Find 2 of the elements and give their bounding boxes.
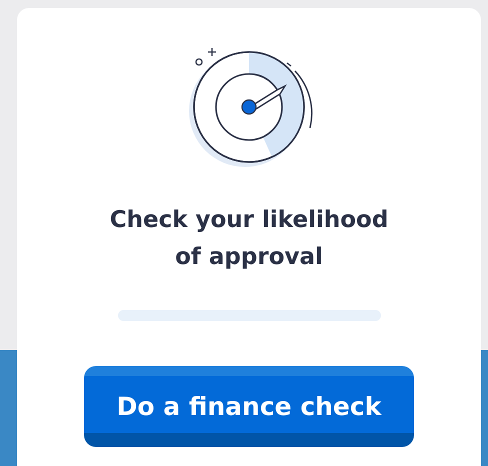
finance-check-button[interactable]: Do a finance check xyxy=(84,366,414,447)
heading: Check your likelihood of approval xyxy=(108,206,390,272)
